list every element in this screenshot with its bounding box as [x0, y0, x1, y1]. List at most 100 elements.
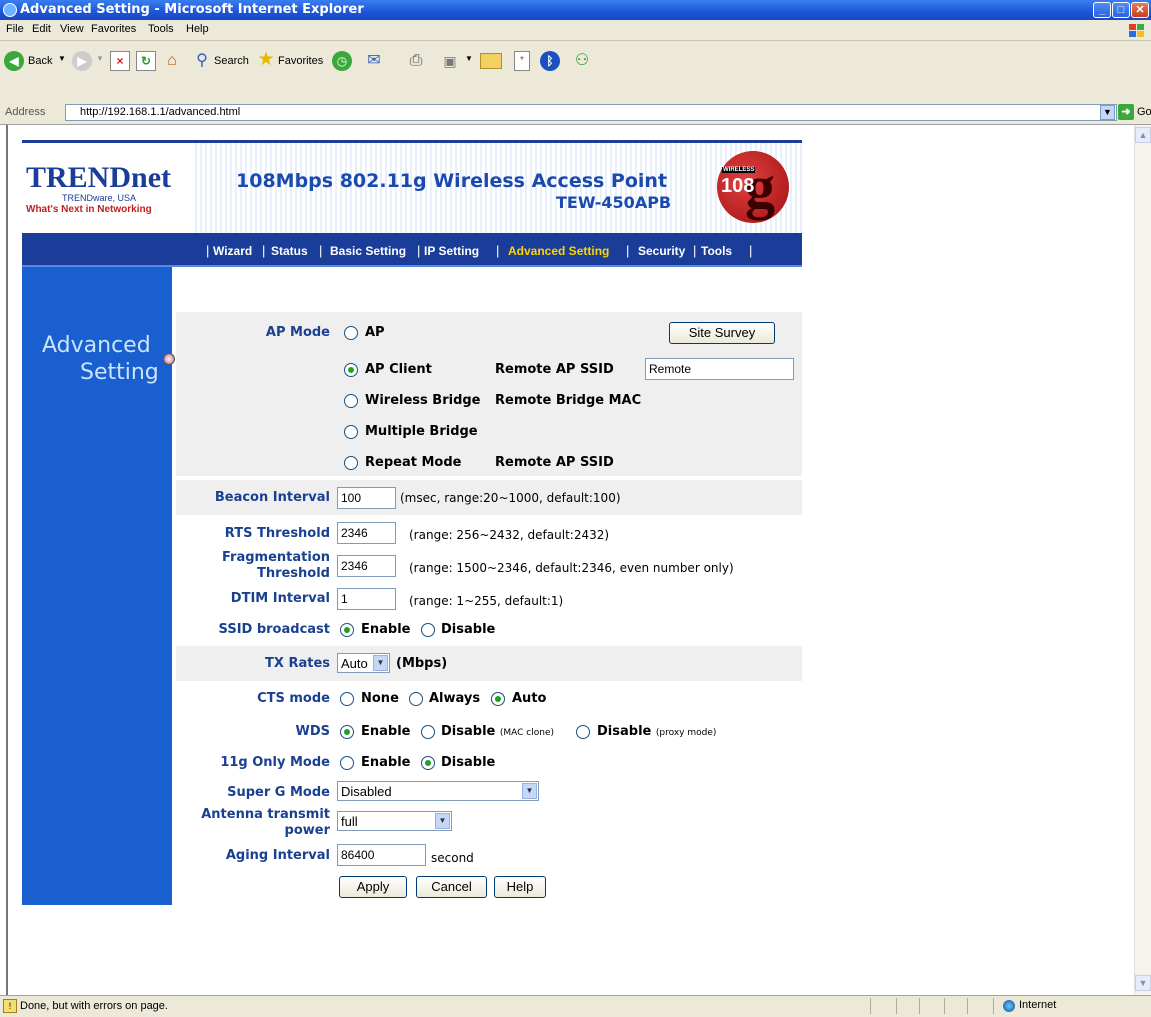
favorites-button[interactable]: Favorites [278, 55, 323, 67]
refresh-icon[interactable]: ↻ [136, 51, 156, 71]
go-label: Go [1137, 106, 1151, 118]
menu-file[interactable]: File [6, 23, 24, 35]
108g-badge: g WIRELESS 108 [717, 151, 789, 223]
messenger-icon[interactable]: ⚇ [572, 51, 592, 71]
ap-mode-wireless-bridge-radio[interactable] [344, 394, 358, 408]
aging-interval-input[interactable]: 86400 [337, 844, 426, 866]
aging-interval-unit: second [431, 851, 474, 865]
maximize-button[interactable]: □ [1112, 2, 1130, 18]
nav-advanced-setting[interactable]: Advanced Setting [508, 244, 609, 258]
rts-threshold-hint: (range: 256~2432, default:2432) [409, 528, 610, 542]
nav-tools[interactable]: Tools [701, 244, 732, 258]
remote-ap-ssid-input[interactable]: Remote [645, 358, 794, 380]
window-title-bar[interactable]: Advanced Setting - Microsoft Internet Ex… [0, 0, 1151, 20]
badge-number: 108 [721, 175, 755, 197]
site-survey-button[interactable]: Site Survey [669, 322, 775, 344]
bluetooth-icon[interactable]: ᛒ [540, 51, 560, 71]
status-bar: ! Done, but with errors on page. Interne… [0, 995, 1151, 1017]
history-icon[interactable]: ◷ [332, 51, 352, 71]
close-button[interactable]: ✕ [1131, 2, 1149, 18]
folder-icon[interactable] [480, 53, 502, 69]
cancel-button[interactable]: Cancel [416, 876, 487, 898]
11g-only-disable-radio[interactable] [421, 756, 435, 770]
aging-interval-label: Aging Interval [225, 848, 330, 863]
print-icon[interactable]: ⎙ [406, 51, 426, 71]
antenna-power-select[interactable]: full ▼ [337, 811, 452, 831]
menu-tools[interactable]: Tools [148, 23, 174, 35]
menu-favorites[interactable]: Favorites [91, 23, 136, 35]
antenna-power-value: full [341, 814, 358, 829]
cts-none-label: None [361, 691, 399, 706]
wds-disable-proxy-radio[interactable] [576, 725, 590, 739]
mail-icon[interactable]: ✉ [364, 51, 384, 71]
ap-mode-repeat-radio[interactable] [344, 456, 358, 470]
wds-disable-mac-clone-radio[interactable] [421, 725, 435, 739]
banner-title: 108Mbps 802.11g Wireless Access Point [236, 170, 668, 192]
nav-ip-setting[interactable]: IP Setting [424, 244, 479, 258]
wds-disable-proxy-label: Disable (proxy mode) [597, 724, 717, 739]
nav-basic-setting[interactable]: Basic Setting [330, 244, 406, 258]
forward-arrow-icon[interactable]: ▶ [72, 51, 92, 71]
wds-enable-radio[interactable] [340, 725, 354, 739]
address-input[interactable]: http://192.168.1.1/advanced.html [65, 104, 1117, 121]
ssid-broadcast-label: SSID broadcast [218, 622, 330, 637]
search-button[interactable]: Search [214, 55, 249, 67]
dtim-interval-label: DTIM Interval [230, 591, 330, 606]
ap-mode-multiple-bridge-label: Multiple Bridge [365, 424, 478, 439]
scroll-down-icon[interactable]: ▼ [1135, 975, 1151, 991]
cts-mode-label: CTS mode [257, 691, 330, 706]
product-banner: TRENDnet TRENDware, USA What's Next in N… [22, 143, 802, 233]
help-button[interactable]: Help [494, 876, 546, 898]
tx-rates-select[interactable]: Auto ▼ [337, 653, 390, 673]
cts-auto-radio[interactable] [491, 692, 505, 706]
cts-always-label: Always [429, 691, 481, 706]
nav-security[interactable]: Security [638, 244, 685, 258]
scroll-up-icon[interactable]: ▲ [1135, 127, 1151, 143]
ap-mode-multiple-bridge-radio[interactable] [344, 425, 358, 439]
back-button[interactable]: Back [28, 55, 52, 67]
menu-view[interactable]: View [60, 23, 84, 35]
stop-icon[interactable]: × [110, 51, 130, 71]
apply-button[interactable]: Apply [339, 876, 407, 898]
warning-icon[interactable]: ! [3, 999, 17, 1013]
address-dropdown-icon[interactable]: ▼ [1100, 105, 1115, 120]
nav-wizard[interactable]: Wizard [213, 244, 252, 258]
nav-status[interactable]: Status [271, 244, 308, 258]
rts-threshold-input[interactable]: 2346 [337, 522, 396, 544]
sidebar: Advanced Setting [22, 267, 175, 905]
cts-always-radio[interactable] [409, 692, 423, 706]
search-icon[interactable]: ⚲ [192, 51, 212, 71]
ap-mode-repeat-label: Repeat Mode [365, 455, 462, 470]
fragmentation-threshold-input[interactable]: 2346 [337, 555, 396, 577]
wds-label: WDS [295, 724, 331, 739]
window-left-border [0, 125, 8, 995]
forward-dropdown-icon[interactable]: ▼ [96, 54, 104, 63]
back-dropdown-icon[interactable]: ▼ [58, 54, 66, 63]
favorites-star-icon[interactable]: ★ [256, 50, 276, 70]
back-arrow-icon[interactable]: ◀ [4, 51, 24, 71]
menu-edit[interactable]: Edit [32, 23, 51, 35]
tx-rates-value: Auto [341, 656, 368, 671]
badge-wireless: WIRELESS [722, 167, 756, 173]
messenger-page-icon[interactable]: * [514, 51, 530, 71]
super-g-mode-label: Super G Mode [227, 785, 330, 800]
dtim-interval-input[interactable]: 1 [337, 588, 396, 610]
ap-mode-ap-client-radio[interactable] [344, 363, 358, 377]
ssid-broadcast-disable-radio[interactable] [421, 623, 435, 637]
go-button[interactable]: ➜ Go [1118, 104, 1151, 122]
beacon-interval-input[interactable]: 100 [337, 487, 396, 509]
cts-none-radio[interactable] [340, 692, 354, 706]
super-g-mode-select[interactable]: Disabled ▼ [337, 781, 539, 801]
ap-mode-ap-radio[interactable] [344, 326, 358, 340]
edit-dropdown-icon[interactable]: ▼ [465, 54, 473, 63]
ssid-broadcast-enable-radio[interactable] [340, 623, 354, 637]
home-icon[interactable]: ⌂ [162, 51, 182, 71]
edit-icon[interactable]: ▣ [440, 51, 460, 71]
menu-help[interactable]: Help [186, 23, 209, 35]
fragmentation-label-line2: Threshold [256, 566, 330, 581]
browser-toolbar: ◀ Back ▼ ▶ ▼ × ↻ ⌂ ⚲ Search ★ Favorites … [0, 41, 1151, 82]
ie-icon [3, 3, 17, 17]
11g-only-enable-radio[interactable] [340, 756, 354, 770]
minimize-button[interactable]: _ [1093, 2, 1111, 18]
vertical-scrollbar[interactable]: ▲ ▼ [1134, 125, 1151, 995]
